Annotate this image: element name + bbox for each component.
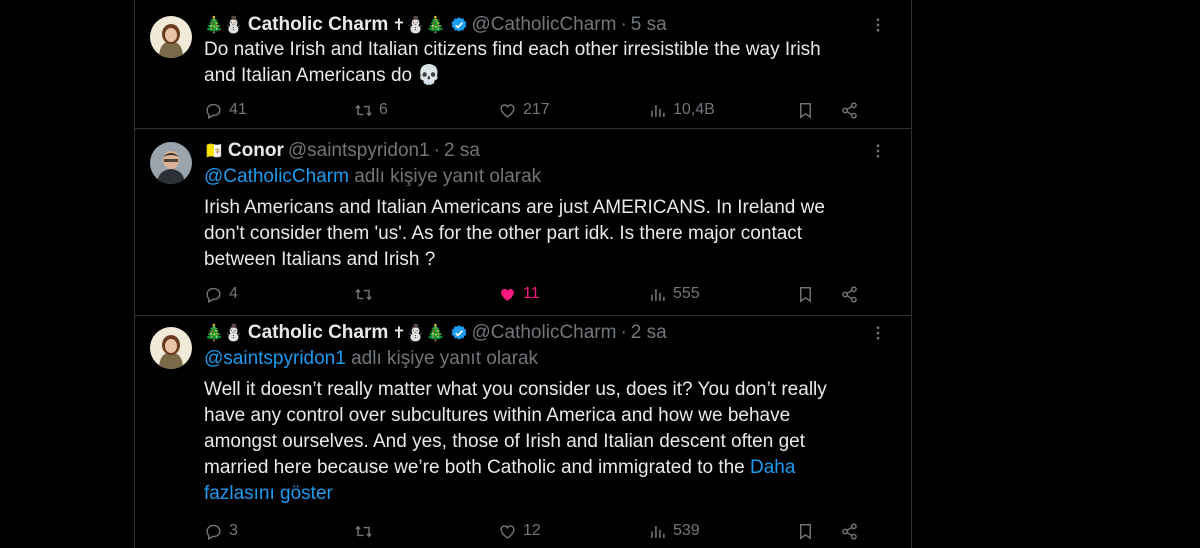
replying-suffix: adlı kişiye yanıt olarak	[345, 348, 539, 369]
display-name[interactable]: Catholic Charm	[248, 322, 388, 344]
display-name[interactable]: Catholic Charm	[248, 14, 388, 36]
share-icon	[842, 101, 857, 119]
tweet[interactable]: 🎄⛄ Catholic Charm ✝⛄🎄 @CatholicCharm · 2…	[134, 316, 912, 548]
more-icon[interactable]	[868, 16, 888, 36]
user-handle[interactable]: @saintspyridon1	[288, 140, 430, 162]
share-icon	[842, 522, 857, 540]
more-icon[interactable]	[868, 324, 888, 344]
name-emoji-prefix: 🇻🇦	[204, 143, 224, 160]
views-count: 10,4B	[673, 101, 715, 118]
share-icon	[842, 285, 857, 303]
tweet-text-body: Well it doesn’t really matter what you c…	[204, 379, 827, 478]
like-button[interactable]: 217	[498, 98, 550, 122]
timestamp[interactable]: 5 sa	[631, 14, 667, 36]
tweet-header: 🎄⛄ Catholic Charm ✝⛄🎄 @CatholicCharm · 5…	[204, 13, 667, 37]
user-handle[interactable]: @CatholicCharm	[472, 322, 617, 344]
reply-count: 4	[229, 285, 238, 302]
tweet-header: 🇻🇦 Conor @saintspyridon1 · 2 sa	[204, 139, 480, 163]
like-icon	[500, 103, 515, 118]
avatar[interactable]	[150, 327, 192, 369]
separator-dot: ·	[620, 322, 627, 343]
action-bar: 3 12 539	[204, 519, 864, 543]
reply-mention-link[interactable]: @saintspyridon1	[204, 348, 346, 369]
like-button[interactable]: 12	[498, 519, 541, 543]
reply-button[interactable]: 41	[204, 98, 247, 122]
views-icon	[651, 104, 665, 117]
name-emoji-prefix: 🎄⛄	[204, 17, 244, 34]
reply-button[interactable]: 4	[204, 282, 238, 306]
repost-icon	[355, 104, 372, 116]
views-count: 539	[673, 522, 700, 539]
share-button[interactable]	[840, 282, 859, 306]
repost-button[interactable]: 6	[354, 98, 388, 122]
share-button[interactable]	[840, 98, 859, 122]
name-emoji-prefix: 🎄⛄	[204, 325, 244, 342]
reply-count: 41	[229, 101, 247, 118]
reply-icon	[206, 524, 221, 540]
like-count: 217	[523, 101, 550, 118]
timestamp[interactable]: 2 sa	[631, 322, 667, 344]
tweet[interactable]: 🎄⛄ Catholic Charm ✝⛄🎄 @CatholicCharm · 5…	[134, 0, 912, 128]
like-count: 11	[523, 285, 540, 302]
timestamp[interactable]: 2 sa	[444, 140, 480, 162]
tweet[interactable]: 🇻🇦 Conor @saintspyridon1 · 2 sa @Catholi…	[134, 129, 912, 315]
replying-to: @CatholicCharm adlı kişiye yanıt olarak	[204, 166, 541, 188]
like-count: 12	[523, 522, 541, 539]
replying-suffix: adlı kişiye yanıt olarak	[348, 166, 542, 187]
separator-dot: ·	[433, 140, 440, 161]
bookmark-icon	[800, 286, 811, 303]
like-icon	[501, 288, 514, 301]
more-icon[interactable]	[868, 142, 888, 162]
reply-icon	[206, 287, 221, 303]
repost-icon	[355, 525, 372, 537]
reply-button[interactable]: 3	[204, 519, 238, 543]
reply-mention-link[interactable]: @CatholicCharm	[204, 166, 349, 187]
views-button[interactable]: 10,4B	[648, 98, 715, 122]
repost-button[interactable]	[354, 282, 379, 306]
bookmark-button[interactable]	[796, 519, 815, 543]
tweet-text: Well it doesn’t really matter what you c…	[204, 377, 844, 507]
views-button[interactable]: 539	[648, 519, 700, 543]
bookmark-icon	[800, 523, 811, 540]
action-bar: 41 6 217 10,4B	[204, 98, 864, 122]
repost-icon	[355, 288, 372, 300]
repost-button[interactable]	[354, 519, 379, 543]
reply-icon	[206, 103, 221, 119]
verified-icon	[451, 17, 466, 32]
views-icon	[651, 288, 665, 301]
views-button[interactable]: 555	[648, 282, 700, 306]
like-button[interactable]: 11	[498, 282, 540, 306]
verified-icon	[451, 325, 466, 340]
display-name[interactable]: Conor	[228, 140, 284, 162]
tweet-text: Irish Americans and Italian Americans ar…	[204, 197, 825, 270]
user-handle[interactable]: @CatholicCharm	[472, 14, 617, 36]
views-icon	[651, 525, 665, 538]
repost-count: 6	[379, 101, 388, 118]
bookmark-button[interactable]	[796, 282, 815, 306]
tweet-header: 🎄⛄ Catholic Charm ✝⛄🎄 @CatholicCharm · 2…	[204, 321, 667, 345]
separator-dot: ·	[620, 14, 627, 35]
share-button[interactable]	[840, 519, 859, 543]
bookmark-icon	[800, 102, 811, 119]
tweet-text: Do native Irish and Italian citizens fin…	[204, 39, 821, 86]
replying-to: @saintspyridon1 adlı kişiye yanıt olarak	[204, 348, 538, 370]
like-icon	[500, 524, 515, 539]
bookmark-button[interactable]	[796, 98, 815, 122]
name-emoji-suffix: ✝⛄🎄	[392, 325, 446, 342]
timeline: 🎄⛄ Catholic Charm ✝⛄🎄 @CatholicCharm · 5…	[134, 0, 912, 548]
action-bar: 4 11 555	[204, 282, 864, 306]
views-count: 555	[673, 285, 700, 302]
reply-count: 3	[229, 522, 238, 539]
avatar[interactable]	[150, 142, 192, 184]
avatar[interactable]	[150, 16, 192, 58]
name-emoji-suffix: ✝⛄🎄	[392, 17, 446, 34]
